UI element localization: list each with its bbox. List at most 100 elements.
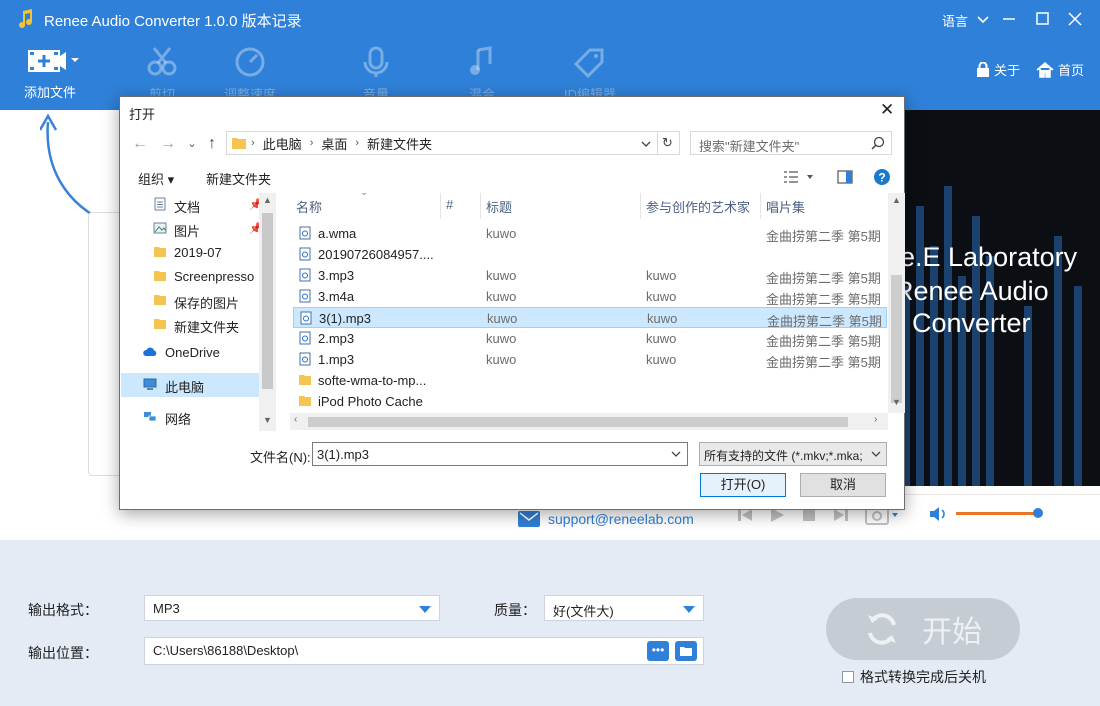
folder-row[interactable]: softe-wma-to-mp... [293,370,887,391]
home-link[interactable]: 首页 [1036,60,1084,79]
scroll-left-icon[interactable]: ‹ [294,414,297,425]
close-icon[interactable] [1064,8,1086,30]
folder-row[interactable]: iPod Photo Cache [293,391,887,412]
tree-item-pictures[interactable]: 图片 📌 [121,217,259,241]
dialog-close-icon[interactable]: ✕ [880,101,894,118]
column-divider[interactable] [440,193,441,219]
output-location-field[interactable]: C:\Users\86188\Desktop\ ••• [144,637,704,665]
more-options-button[interactable]: ••• [647,641,669,661]
shutdown-label: 格式转换完成后关机 [860,669,986,685]
about-link[interactable]: 关于 [976,60,1020,79]
pictures-icon [153,222,167,234]
quality-select[interactable]: 好(文件大) [544,595,704,621]
file-row-selected[interactable]: 3(1).mp3 kuwo kuwo 金曲捞第二季 第5期 [293,307,887,329]
file-list-horizontal-scrollbar[interactable]: ‹ › [290,413,888,430]
column-divider[interactable] [480,193,481,219]
tree-item-network[interactable]: 网络 [121,405,259,429]
scroll-down-icon[interactable]: ▼ [263,415,272,425]
filename-value: 3(1).mp3 [317,447,370,462]
tree-item-label: OneDrive [165,345,220,360]
chevron-down-icon[interactable]: ⌄ [184,136,200,152]
up-arrow-icon[interactable]: ↑ [204,136,220,152]
preview-pane-icon[interactable] [837,170,853,184]
back-arrow-icon[interactable]: ← [132,136,148,152]
volume-icon[interactable] [928,505,948,523]
file-row[interactable]: 3.m4a kuwo kuwo 金曲捞第二季 第5期 [293,286,887,307]
tree-item-onedrive[interactable]: OneDrive [121,341,259,365]
breadcrumb-new-folder[interactable]: 新建文件夹 [367,134,432,153]
breadcrumb-this-pc[interactable]: 此电脑 [263,134,302,153]
file-type-select[interactable]: 所有支持的文件 (*.mkv;*.mka; [699,442,887,466]
start-button[interactable]: 开始 [826,598,1020,660]
support-email-link[interactable]: support@reneelab.com [518,511,694,527]
refresh-icon[interactable]: ↻ [656,131,680,155]
open-button[interactable]: 打开(O) [700,473,786,497]
column-header-artist[interactable]: 参与创作的艺术家 [646,197,750,216]
browse-folder-button[interactable] [675,641,697,661]
tree-item-folder[interactable]: 保存的图片 [121,289,259,313]
audio-file-icon [299,226,311,240]
tree-item-label: 新建文件夹 [174,320,240,335]
tree-scroll-thumb[interactable] [262,213,273,389]
column-divider[interactable] [640,193,641,219]
filename-input[interactable]: 3(1).mp3 [312,442,688,466]
folder-icon [680,647,692,656]
tree-item-documents[interactable]: 文档 📌 [121,193,259,217]
column-header-name[interactable]: 名称 [296,197,322,216]
organize-label: 组织 [138,172,165,187]
minimize-icon[interactable] [998,8,1020,30]
output-format-select[interactable]: MP3 [144,595,440,621]
folder-icon [154,247,166,257]
file-row[interactable]: 3.mp3 kuwo kuwo 金曲捞第二季 第5期 [293,265,887,286]
chevron-down-icon[interactable] [671,450,681,458]
column-header-number[interactable]: # [446,197,453,212]
help-icon[interactable]: ? [873,168,891,186]
tree-item-label: 网络 [165,412,192,427]
file-row[interactable]: 2.mp3 kuwo kuwo 金曲捞第二季 第5期 [293,328,887,349]
file-artist: kuwo [646,289,677,304]
search-input[interactable]: 搜索"新建文件夹" [690,131,892,155]
scroll-up-icon[interactable]: ▲ [892,195,901,205]
view-options-icon[interactable] [783,170,815,184]
new-folder-button[interactable]: 新建文件夹 [206,169,271,188]
address-bar[interactable]: › 此电脑 › 桌面 › 新建文件夹 [226,131,658,155]
scroll-right-icon[interactable]: › [874,414,877,425]
cancel-button[interactable]: 取消 [800,473,886,497]
maximize-icon[interactable] [1032,8,1054,30]
file-title: kuwo [486,289,517,304]
file-artist: kuwo [647,311,678,326]
language-menu[interactable]: 语言 [942,11,968,30]
chevron-down-icon[interactable] [641,139,651,149]
shutdown-checkbox[interactable] [842,671,854,683]
shutdown-option[interactable]: 格式转换完成后关机 [842,667,986,687]
add-file-button[interactable]: 添加文件 [12,46,88,106]
volume-slider-handle[interactable] [1033,508,1043,518]
scroll-down-icon[interactable]: ▼ [892,397,901,407]
file-row[interactable]: 20190726084957.... [293,244,887,265]
tree-item-folder[interactable]: 2019-07 [121,241,259,265]
tree-item-folder[interactable]: 新建文件夹 [121,313,259,337]
scroll-up-icon[interactable]: ▲ [263,195,272,205]
about-label: 关于 [994,63,1021,78]
folder-icon [232,138,246,149]
preview-text-line: e.E Laboratory [900,242,1078,272]
organize-menu[interactable]: 组织 ▾ [138,169,174,188]
column-divider[interactable] [760,193,761,219]
breadcrumb-separator-icon: › [309,137,314,149]
tree-scrollbar[interactable]: ▲ ▼ [259,193,276,431]
audio-file-icon [299,247,311,261]
forward-arrow-icon[interactable]: → [160,136,176,152]
column-header-album[interactable]: 唱片集 [766,197,805,216]
vertical-scroll-thumb[interactable] [891,275,902,403]
home-label: 首页 [1058,63,1085,78]
file-list-vertical-scrollbar[interactable]: ▲ ▼ [888,193,905,413]
breadcrumb-desktop[interactable]: 桌面 [321,134,347,153]
file-row[interactable]: a.wma kuwo 金曲捞第二季 第5期 [293,223,887,244]
horizontal-scroll-thumb[interactable] [308,417,848,427]
tree-item-folder[interactable]: Screenpresso [121,265,259,289]
file-row[interactable]: 1.mp3 kuwo kuwo 金曲捞第二季 第5期 [293,349,887,370]
chevron-down-icon[interactable] [976,12,990,26]
tree-item-this-pc[interactable]: 此电脑 [121,373,259,397]
column-header-title[interactable]: 标题 [486,197,512,216]
volume-slider[interactable] [956,512,1038,515]
